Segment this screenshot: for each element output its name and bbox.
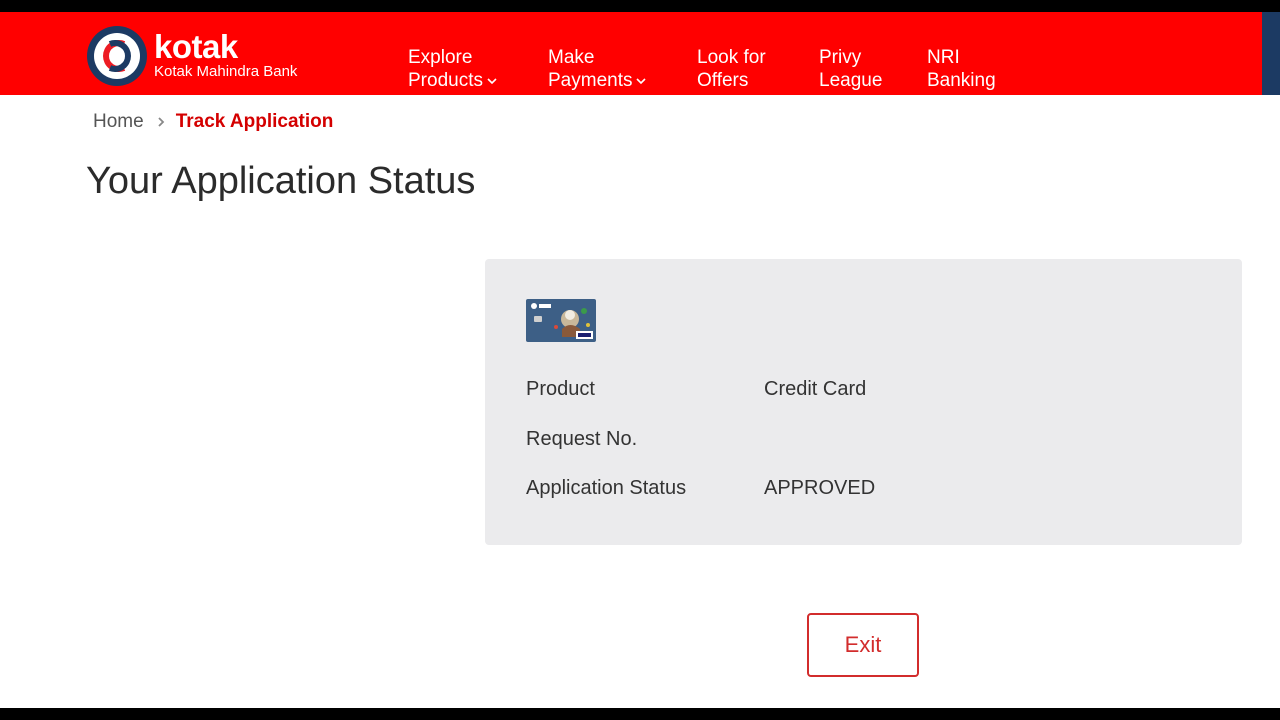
breadcrumb-home-link[interactable]: Home <box>93 111 144 133</box>
header-edge <box>1262 12 1280 95</box>
product-label: Product <box>526 378 595 400</box>
product-value: Credit Card <box>764 378 867 400</box>
nav-explore-products[interactable]: Explore Products <box>408 46 498 92</box>
top-letterbox <box>0 0 1280 12</box>
chevron-down-icon <box>636 78 647 85</box>
kotak-logo[interactable]: kotak Kotak Mahindra Bank <box>86 25 297 87</box>
nav-privy-line1: Privy <box>819 47 862 68</box>
nav-explore-line2: Products <box>408 70 483 91</box>
application-status-label: Application Status <box>526 477 687 499</box>
nav-offers-line1: Look for <box>697 47 766 68</box>
nav-explore-line1: Explore <box>408 47 473 68</box>
chevron-down-icon <box>487 78 497 85</box>
nav-make-payments[interactable]: Make Payments <box>548 46 647 92</box>
application-status-value: APPROVED <box>764 477 876 499</box>
nav-nri-line1: NRI <box>927 47 960 68</box>
breadcrumb: Home Track Application <box>93 111 333 133</box>
nav-privy-league[interactable]: Privy League <box>819 46 882 92</box>
credit-card-image <box>526 299 596 342</box>
bottom-letterbox <box>0 708 1280 720</box>
nav-payments-line2: Payments <box>548 70 633 91</box>
brand-name: kotak <box>154 28 238 65</box>
exit-button[interactable]: Exit <box>807 613 919 677</box>
application-details-panel: Product Credit Card Request No. Applicat… <box>485 259 1242 545</box>
site-header: kotak Kotak Mahindra Bank Explore Produc… <box>0 12 1262 95</box>
breadcrumb-current[interactable]: Track Application <box>176 111 334 133</box>
request-no-label: Request No. <box>526 428 638 450</box>
nav-payments-line1: Make <box>548 47 595 68</box>
page-title: Your Application Status <box>86 160 476 202</box>
brand-subtitle: Kotak Mahindra Bank <box>154 63 298 80</box>
nav-privy-line2: League <box>819 70 883 91</box>
nav-nri-line2: Banking <box>927 70 996 91</box>
nav-offers-line2: Offers <box>697 70 749 91</box>
chevron-right-icon <box>158 117 164 127</box>
nav-look-for-offers[interactable]: Look for Offers <box>697 46 766 92</box>
nav-nri-banking[interactable]: NRI Banking <box>927 46 996 92</box>
kotak-logo-icon <box>87 26 147 86</box>
